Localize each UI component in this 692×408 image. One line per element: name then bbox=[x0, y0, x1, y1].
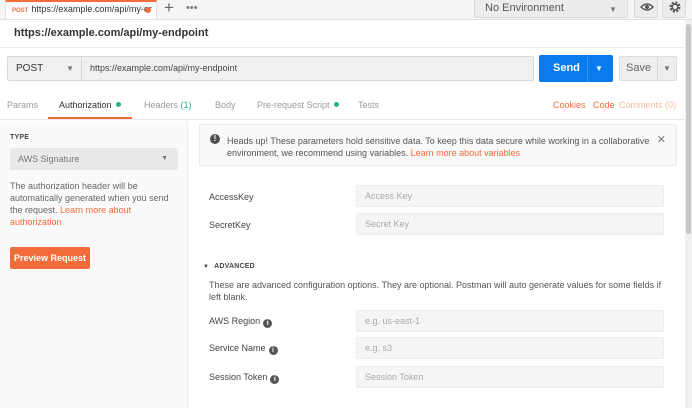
send-options-chevron-icon[interactable]: ▼ bbox=[595, 55, 603, 82]
request-tabs: Params Authorization Headers (1) Body Pr… bbox=[0, 92, 692, 120]
auth-type-panel: TYPE AWS Signature ▼ The authorization h… bbox=[0, 121, 188, 408]
method-select[interactable]: POST ▼ bbox=[7, 56, 82, 81]
type-heading: TYPE bbox=[10, 134, 30, 141]
secret-key-input[interactable]: Secret Key bbox=[356, 213, 664, 235]
tab-pre-request-label: Pre-request Script bbox=[257, 100, 330, 110]
request-tab[interactable]: POST https://example.com/api/my-er bbox=[5, 0, 157, 19]
postman-app: POST https://example.com/api/my-er + ••• … bbox=[0, 0, 692, 408]
preview-request-button[interactable]: Preview Request bbox=[10, 247, 90, 269]
sensitive-data-alert: ! Heads up! These parameters hold sensit… bbox=[199, 124, 677, 166]
aws-region-input[interactable]: e.g. us-east-1 bbox=[356, 310, 664, 332]
aws-region-label: AWS Region i bbox=[209, 316, 273, 328]
new-tab-button[interactable]: + bbox=[164, 0, 174, 17]
scrollbar-thumb[interactable] bbox=[686, 24, 691, 234]
alert-message: Heads up! These parameters hold sensitiv… bbox=[227, 135, 657, 159]
chevron-down-icon: ▼ bbox=[66, 64, 74, 73]
access-key-label: AccessKey bbox=[209, 192, 254, 202]
save-button-label: Save bbox=[626, 62, 652, 74]
chevron-down-icon: ▼ bbox=[161, 155, 168, 162]
active-indicator-icon bbox=[333, 102, 339, 107]
advanced-toggle[interactable]: ▼ ADVANCED bbox=[203, 263, 255, 270]
active-indicator-icon bbox=[115, 102, 121, 107]
tab-authorization-label: Authorization bbox=[59, 100, 112, 110]
unsaved-dot-icon bbox=[145, 7, 151, 13]
method-select-value: POST bbox=[16, 63, 44, 74]
active-tab-underline bbox=[48, 117, 132, 119]
info-icon[interactable]: i bbox=[270, 375, 280, 384]
save-options-chevron-icon[interactable]: ▼ bbox=[663, 57, 671, 80]
tab-body[interactable]: Body bbox=[215, 100, 236, 110]
cookies-link[interactable]: Cookies bbox=[553, 100, 586, 110]
tab-strip: POST https://example.com/api/my-er + ••• … bbox=[0, 0, 692, 20]
tab-authorization[interactable]: Authorization bbox=[59, 100, 121, 110]
comments-link[interactable]: Comments (0) bbox=[619, 100, 676, 110]
request-name: https://example.com/api/my-endpoint bbox=[14, 27, 209, 39]
gear-icon bbox=[669, 1, 681, 13]
service-name-label-text: Service Name bbox=[209, 343, 266, 353]
tab-pre-request-script[interactable]: Pre-request Script bbox=[257, 100, 339, 110]
divider bbox=[587, 55, 588, 82]
eye-icon bbox=[640, 3, 654, 11]
request-tab-method: POST bbox=[12, 8, 29, 14]
tab-headers-label: Headers bbox=[144, 100, 179, 110]
alert-icon: ! bbox=[210, 134, 220, 144]
send-button[interactable]: Send ▼ bbox=[539, 55, 613, 82]
save-button[interactable]: Save ▼ bbox=[619, 56, 677, 81]
service-name-label: Service Name i bbox=[209, 343, 278, 355]
chevron-down-icon: ▼ bbox=[609, 5, 617, 14]
service-name-input[interactable]: e.g. s3 bbox=[356, 337, 664, 359]
auth-description: The authorization header will be automat… bbox=[10, 180, 180, 228]
learn-more-variables-link[interactable]: Learn more about variables bbox=[411, 148, 521, 158]
environment-select[interactable]: No Environment ▼ bbox=[474, 0, 628, 18]
aws-region-label-text: AWS Region bbox=[209, 316, 261, 326]
url-input[interactable]: https://example.com/api/my-endpoint bbox=[81, 56, 534, 81]
request-tab-title: https://example.com/api/my-er bbox=[31, 4, 152, 14]
tab-params[interactable]: Params bbox=[7, 100, 38, 110]
auth-type-value: AWS Signature bbox=[18, 154, 80, 164]
tab-headers[interactable]: Headers (1) bbox=[144, 100, 192, 110]
session-token-input[interactable]: Session Token bbox=[356, 366, 664, 388]
secret-key-label: SecretKey bbox=[209, 220, 251, 230]
tab-tests[interactable]: Tests bbox=[358, 100, 379, 110]
chevron-down-icon: ▼ bbox=[203, 264, 210, 270]
scrollbar[interactable] bbox=[685, 20, 692, 408]
advanced-heading: ADVANCED bbox=[214, 263, 255, 270]
environment-quick-look-button[interactable] bbox=[634, 0, 658, 18]
session-token-label-text: Session Token bbox=[209, 372, 268, 382]
more-tabs-button[interactable]: ••• bbox=[186, 0, 198, 16]
environment-select-value: No Environment bbox=[485, 2, 564, 14]
session-token-label: Session Token i bbox=[209, 372, 280, 384]
close-icon[interactable]: ✕ bbox=[657, 134, 666, 146]
environment-settings-button[interactable] bbox=[662, 0, 686, 18]
divider bbox=[0, 47, 692, 48]
advanced-description: These are advanced configuration options… bbox=[209, 280, 662, 302]
info-icon[interactable]: i bbox=[268, 346, 278, 355]
auth-type-select[interactable]: AWS Signature ▼ bbox=[10, 148, 178, 170]
send-button-label: Send bbox=[553, 62, 580, 74]
headers-count: (1) bbox=[180, 100, 192, 110]
divider bbox=[657, 57, 658, 80]
code-link[interactable]: Code bbox=[593, 100, 615, 110]
info-icon[interactable]: i bbox=[263, 319, 273, 328]
access-key-input[interactable]: Access Key bbox=[356, 185, 664, 207]
